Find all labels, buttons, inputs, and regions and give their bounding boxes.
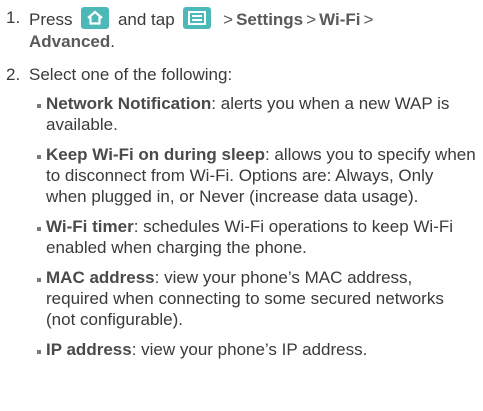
path-separator: > <box>363 10 374 29</box>
options-list: Network Notification: alerts you when a … <box>6 93 477 360</box>
instruction-page: 1. Press and tap > Settings > Wi-Fi > Advance… <box>0 0 483 411</box>
step-2: 2. Select one of the following: <box>6 64 477 86</box>
option-term: MAC address <box>46 268 155 287</box>
step-text-press: Press <box>29 10 73 29</box>
step-end: . <box>110 32 115 51</box>
bullet-icon <box>37 155 41 159</box>
path-settings: Settings <box>236 10 304 29</box>
option-term: Wi-Fi timer <box>46 217 134 236</box>
option-term: IP address <box>46 340 132 359</box>
home-icon <box>81 7 110 29</box>
option-term: Network Notification <box>46 94 212 113</box>
list-item: MAC address: view your phone’s MAC addre… <box>37 267 477 330</box>
step-number: 1. <box>6 8 21 27</box>
list-item: Wi-Fi timer: schedules Wi-Fi operations … <box>37 216 477 258</box>
list-item: Keep Wi-Fi on during sleep: allows you t… <box>37 144 477 207</box>
step-text-and-tap: and tap <box>117 10 175 29</box>
step-number: 2. <box>6 65 21 84</box>
step-1: 1. Press and tap > Settings > Wi-Fi > Advance… <box>6 7 477 53</box>
bullet-icon <box>37 278 41 282</box>
step-text: Select one of the following: <box>29 65 233 84</box>
path-advanced: Advanced <box>29 32 111 51</box>
list-item: Network Notification: alerts you when a … <box>37 93 477 135</box>
bullet-icon <box>37 227 41 231</box>
bullet-icon <box>37 350 41 354</box>
path-separator: > <box>223 10 234 29</box>
menu-icon <box>183 7 212 29</box>
bullet-icon <box>37 104 41 108</box>
path-separator: > <box>306 10 317 29</box>
list-item: IP address: view your phone’s IP address… <box>37 339 477 360</box>
option-desc: : view your phone’s IP address. <box>131 340 368 359</box>
path-wifi: Wi-Fi <box>319 10 361 29</box>
option-term: Keep Wi-Fi on during sleep <box>46 145 265 164</box>
